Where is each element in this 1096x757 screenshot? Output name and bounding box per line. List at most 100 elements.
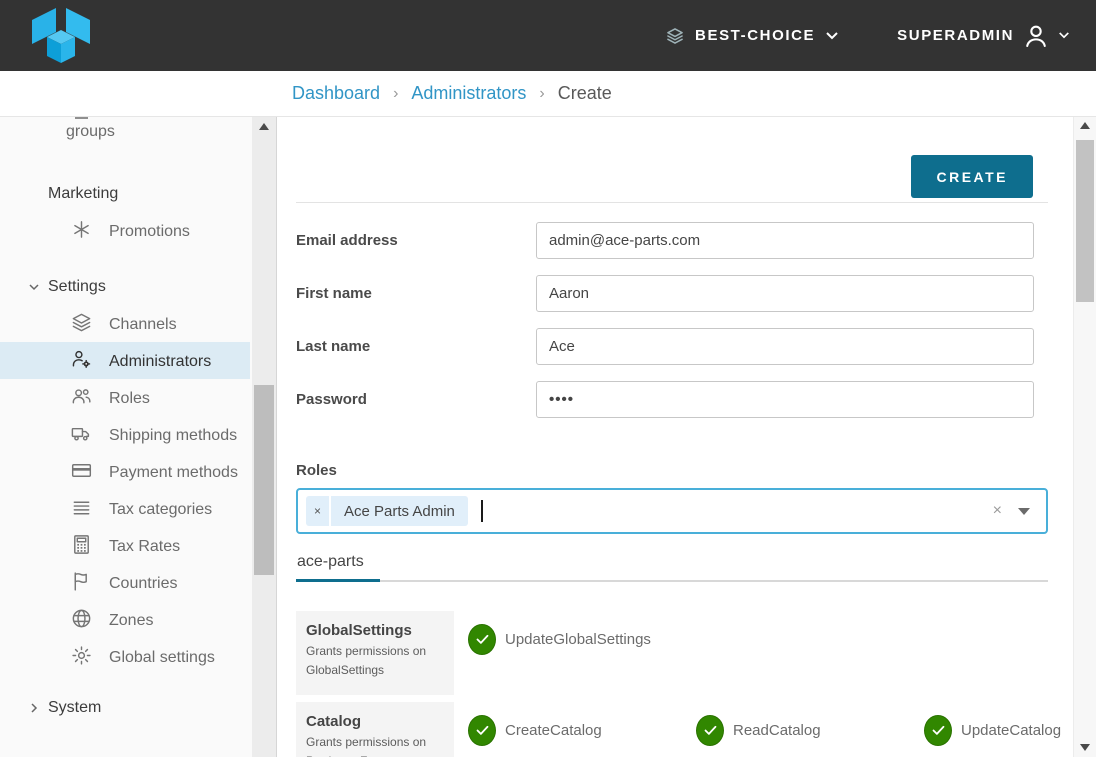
roles-label: Roles [296,462,1048,479]
sidebar-item-channels[interactable]: Channels [0,305,250,342]
sidebar-item-zones[interactable]: Zones [0,601,250,638]
main-panel: CREATE Email address First name Last nam… [277,117,1096,757]
first-name-field[interactable] [536,275,1034,312]
permission-toggle-checked-icon[interactable] [924,715,952,746]
permission-label: CreateCatalog [505,722,602,739]
credit-card-icon [70,459,93,482]
permission-item: CreateCatalog [468,715,696,746]
sidebar-item-shipping-methods[interactable]: Shipping methods [0,416,250,453]
table-row: GlobalSettings Grants permissions on Glo… [296,611,1048,695]
breadcrumb-current: Create [558,83,612,104]
role-chip: × Ace Parts Admin [306,496,468,526]
section-header-marketing: Marketing [0,185,250,203]
list-icon [70,496,93,519]
sidebar: groups Marketing Promotions [0,117,277,757]
email-address-label: Email address [296,232,536,249]
breadcrumb-separator: › [539,85,544,103]
permission-toggle-checked-icon[interactable] [468,624,496,655]
breadcrumb-separator: › [393,85,398,103]
chevron-down-icon [1058,31,1070,40]
first-name-label: First name [296,285,536,302]
last-name-label: Last name [296,338,536,355]
channel-label: BEST-CHOICE [695,27,815,44]
table-row: Catalog Grants permissions on Products, … [296,702,1048,757]
chevron-down-icon [825,31,839,41]
chip-label: Ace Parts Admin [331,496,468,526]
main-scrollbar[interactable] [1073,117,1096,757]
sidebar-item-tax-categories[interactable]: Tax categories [0,490,250,527]
cog-icon [70,644,93,667]
chip-remove-icon[interactable]: × [306,496,331,526]
permission-group-description: Grants permissions on GlobalSettings [306,642,444,679]
permission-toggle-checked-icon[interactable] [696,715,724,746]
password-field[interactable] [536,381,1034,418]
channel-switcher[interactable]: BEST-CHOICE [665,26,839,46]
permission-group-description: Grants permissions on Products, Facets [306,733,444,757]
breadcrumb: Dashboard › Administrators › Create [0,71,1096,117]
sidebar-item-tax-rates[interactable]: Tax Rates [0,527,250,564]
password-label: Password [296,391,536,408]
truck-icon [70,422,93,445]
asterisk-icon [70,218,93,241]
vendure-logo-icon[interactable] [28,7,94,65]
globe-icon [70,607,93,630]
breadcrumb-administrators[interactable]: Administrators [411,83,526,104]
sidebar-item-promotions[interactable]: Promotions [0,212,250,249]
sidebar-item-global-settings[interactable]: Global settings [0,638,250,675]
clipped-icon-fragment [75,117,88,119]
sidebar-scrollbar[interactable] [252,117,276,757]
user-settings-icon [70,348,93,371]
sidebar-section-settings: Settings Channels [0,278,250,675]
topbar: BEST-CHOICE SUPERADMIN [0,0,1096,71]
permission-group-header: Catalog Grants permissions on Products, … [296,702,454,757]
sidebar-item-countries[interactable]: Countries [0,564,250,601]
layers-icon [70,311,93,334]
chevron-right-icon [28,702,40,714]
create-button[interactable]: CREATE [911,155,1033,198]
select-clear-icon[interactable]: × [993,503,1002,519]
permission-item: UpdateGlobalSettings [468,624,696,655]
topbar-right: BEST-CHOICE SUPERADMIN [665,22,1070,50]
roles-group: Roles × Ace Parts Admin × [296,462,1048,534]
permissions-table: GlobalSettings Grants permissions on Glo… [296,611,1048,757]
text-caret [481,500,483,522]
users-icon [70,385,93,408]
permission-group-header: GlobalSettings Grants permissions on Glo… [296,611,454,695]
permission-group-title: GlobalSettings [306,622,444,639]
flag-icon [70,570,93,593]
roles-select[interactable]: × Ace Parts Admin × [296,488,1048,534]
section-header-settings[interactable]: Settings [0,278,250,296]
sidebar-section-marketing: Marketing Promotions [0,185,250,249]
permission-label: UpdateGlobalSettings [505,631,651,648]
calculator-icon [70,533,93,556]
select-dropdown-arrow-icon[interactable] [1018,508,1030,515]
scroll-up-arrow-icon[interactable] [259,123,269,130]
permission-label: ReadCatalog [733,722,821,739]
sidebar-item-payment-methods[interactable]: Payment methods [0,453,250,490]
administrator-form: Email address First name Last name Passw… [296,222,1048,534]
user-menu[interactable]: SUPERADMIN [897,22,1070,50]
email-address-field[interactable] [536,222,1034,259]
permission-item: UpdateCatalog [924,715,1073,746]
scroll-down-arrow-icon[interactable] [1080,744,1090,751]
page-actions: CREATE [296,117,1048,203]
sidebar-scrollbar-thumb[interactable] [254,385,274,575]
admin-app: BEST-CHOICE SUPERADMIN Dashboard › Admin… [0,0,1096,757]
sidebar-item-customer-groups-clipped[interactable]: groups [0,121,250,143]
main-scrollbar-thumb[interactable] [1076,140,1094,302]
username-label: SUPERADMIN [897,27,1014,44]
permission-label: UpdateCatalog [961,722,1061,739]
permission-toggle-checked-icon[interactable] [468,715,496,746]
layers-icon [665,26,685,46]
tab-ace-parts[interactable]: ace-parts [296,553,380,582]
sidebar-section-system: System [0,699,250,717]
chevron-down-icon [28,281,40,293]
scroll-up-arrow-icon[interactable] [1080,122,1090,129]
last-name-field[interactable] [536,328,1034,365]
permission-group-title: Catalog [306,713,444,730]
section-header-system[interactable]: System [0,699,250,717]
channel-tabs: ace-parts [296,553,1048,582]
sidebar-item-roles[interactable]: Roles [0,379,250,416]
sidebar-item-administrators[interactable]: Administrators [0,342,250,379]
breadcrumb-dashboard[interactable]: Dashboard [292,83,380,104]
